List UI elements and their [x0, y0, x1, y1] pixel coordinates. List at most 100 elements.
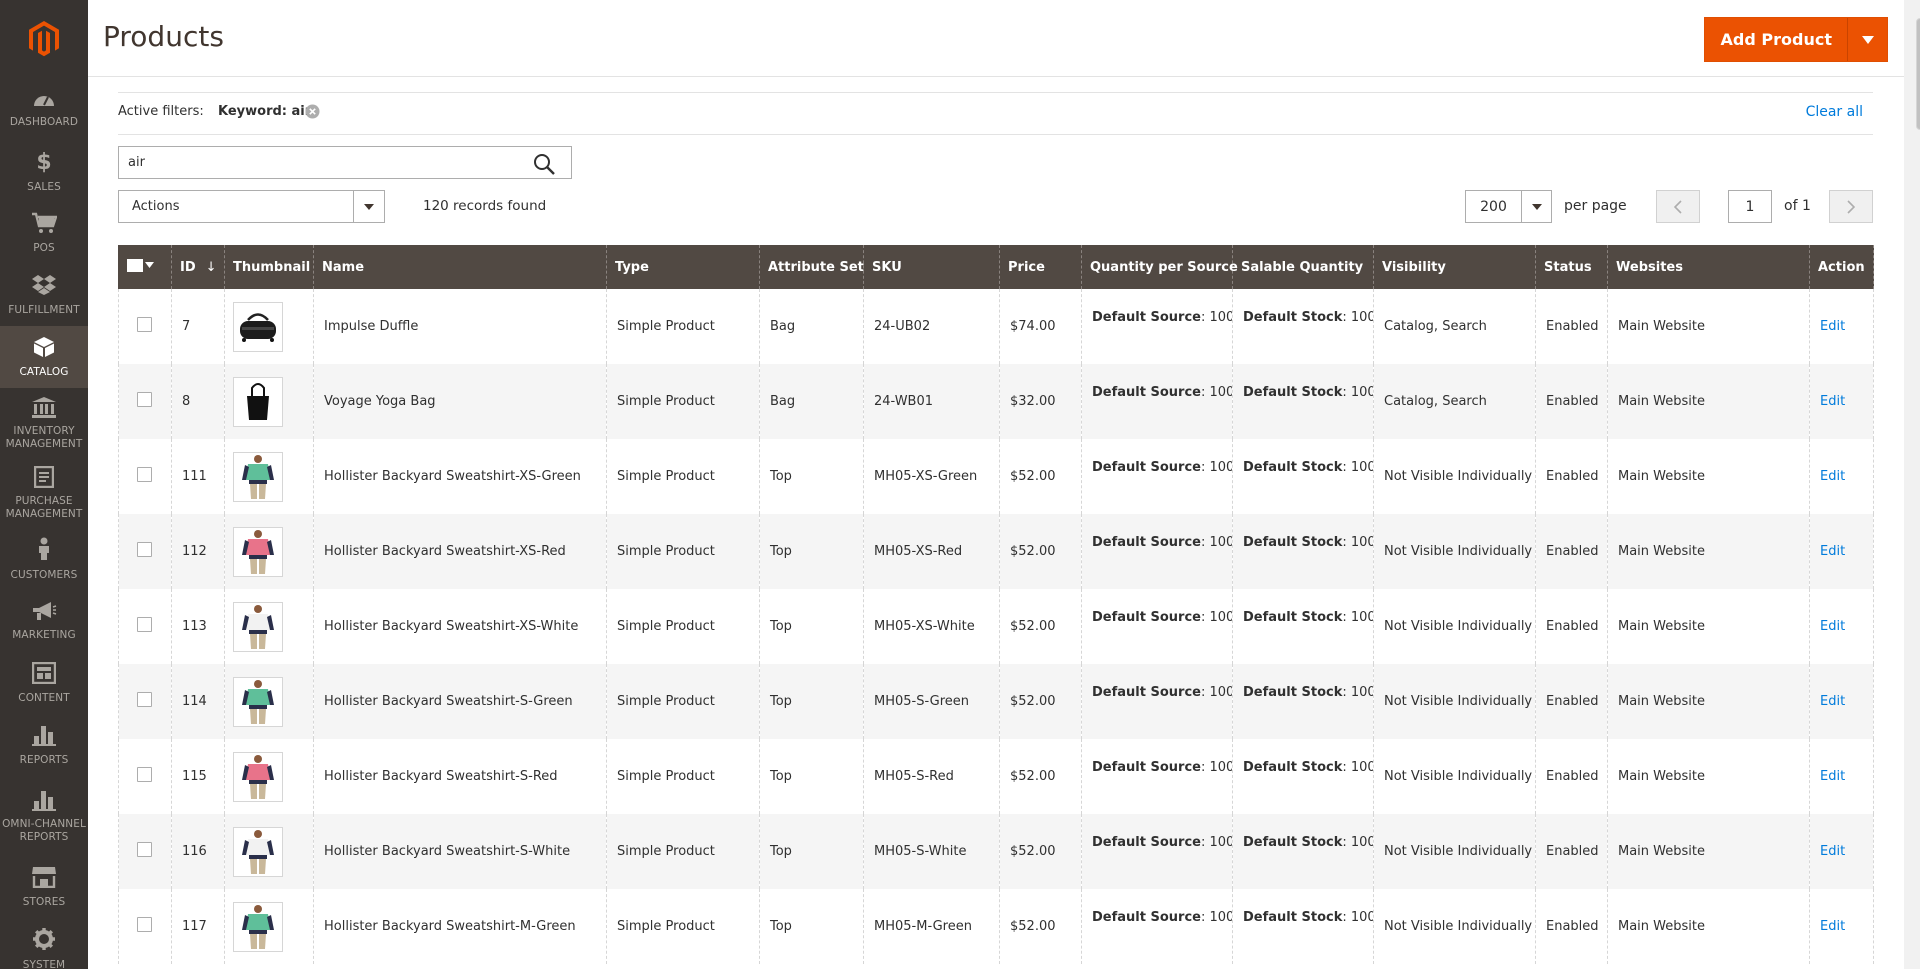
page-number-input[interactable]: 1	[1728, 190, 1772, 223]
select-all-control[interactable]	[127, 258, 154, 272]
table-row[interactable]: 115 Hollister Backyard Sweatshirt-S-Red Si…	[118, 739, 1874, 814]
column-header-visibility[interactable]: Visibility	[1373, 245, 1536, 289]
cell-thumbnail	[224, 814, 314, 889]
product-thumbnail[interactable]	[233, 901, 283, 952]
table-row[interactable]: 8 Voyage Yoga Bag Simple Product Bag 24-WB01…	[118, 364, 1874, 439]
previous-page-button[interactable]	[1656, 190, 1700, 223]
triangle-down-icon	[145, 262, 154, 268]
row-checkbox[interactable]	[137, 392, 152, 407]
product-thumbnail[interactable]	[233, 376, 283, 427]
sidebar-item-system[interactable]: SYSTEM	[0, 918, 88, 969]
table-row[interactable]: 116 Hollister Backyard Sweatshirt-S-White…	[118, 814, 1874, 889]
cell-visibility: Not Visible Individually	[1373, 664, 1536, 739]
row-checkbox[interactable]	[137, 767, 152, 782]
sidebar-item-stores[interactable]: STORES	[0, 856, 88, 918]
table-row[interactable]: 7 Impulse Duffle Simple Product Bag 24-UB02 $…	[118, 289, 1874, 364]
edit-link[interactable]: Edit	[1820, 694, 1845, 709]
cell-price: $52.00	[999, 739, 1082, 814]
cell-thumbnail	[224, 664, 314, 739]
sidebar-item-marketing[interactable]: MARKETING	[0, 590, 88, 652]
edit-link[interactable]: Edit	[1820, 919, 1845, 934]
table-row[interactable]: 117 Hollister Backyard Sweatshirt-M-Green…	[118, 889, 1874, 964]
add-product-button[interactable]: Add Product	[1705, 18, 1847, 61]
actions-dropdown-arrow[interactable]	[353, 191, 384, 222]
stock-label: Default Stock	[1243, 535, 1343, 550]
page-scrollbar[interactable]	[1904, 0, 1920, 969]
sidebar-item-reports[interactable]: REPORTS	[0, 714, 88, 776]
product-thumbnail[interactable]	[233, 301, 283, 352]
column-header-sku[interactable]: SKU	[863, 245, 1000, 289]
sidebar-item-pos[interactable]: POS	[0, 202, 88, 264]
cell-sku: MH05-M-Green	[863, 889, 1000, 964]
clear-all-link[interactable]: Clear all	[1806, 104, 1863, 120]
edit-link[interactable]: Edit	[1820, 619, 1845, 634]
row-checkbox[interactable]	[137, 542, 152, 557]
keyword-search	[118, 146, 572, 179]
row-checkbox[interactable]	[137, 917, 152, 932]
row-checkbox[interactable]	[137, 617, 152, 632]
product-thumbnail[interactable]	[233, 451, 283, 502]
cell-type: Simple Product	[606, 514, 760, 589]
sidebar-item-purchase-management[interactable]: PURCHASE MANAGEMENT	[0, 458, 88, 528]
cell-name: Hollister Backyard Sweatshirt-M-Green	[313, 889, 607, 964]
edit-link[interactable]: Edit	[1820, 394, 1845, 409]
column-header-status[interactable]: Status	[1535, 245, 1608, 289]
keyword-filter-chip: Keyword: air	[218, 104, 312, 119]
sidebar-item-fulfillment[interactable]: FULFILLMENT	[0, 264, 88, 326]
mass-actions-dropdown[interactable]: Actions	[118, 190, 385, 223]
row-checkbox[interactable]	[137, 317, 152, 332]
edit-link[interactable]: Edit	[1820, 769, 1845, 784]
table-row[interactable]: 112 Hollister Backyard Sweatshirt-XS-Red S…	[118, 514, 1874, 589]
add-product-dropdown-toggle[interactable]	[1847, 18, 1887, 61]
product-thumbnail[interactable]	[233, 751, 283, 802]
product-thumbnail[interactable]	[233, 601, 283, 652]
source-label: Default Source	[1092, 310, 1201, 325]
table-row[interactable]: 114 Hollister Backyard Sweatshirt-S-Green…	[118, 664, 1874, 739]
sidebar-item-content[interactable]: CONTENT	[0, 652, 88, 714]
search-button[interactable]	[533, 153, 555, 179]
table-row[interactable]: 113 Hollister Backyard Sweatshirt-XS-Whit…	[118, 589, 1874, 664]
sidebar-item-sales[interactable]: $ SALES	[0, 140, 88, 202]
product-thumbnail[interactable]	[233, 826, 283, 877]
magento-logo[interactable]	[0, 0, 88, 78]
per-page-select[interactable]: 200	[1465, 190, 1552, 223]
sidebar-item-inventory-management[interactable]: INVENTORY MANAGEMENT	[0, 388, 88, 458]
edit-link[interactable]: Edit	[1820, 319, 1845, 334]
sidebar-item-customers[interactable]: CUSTOMERS	[0, 528, 88, 590]
column-header-name[interactable]: Name	[313, 245, 607, 289]
edit-link[interactable]: Edit	[1820, 544, 1845, 559]
remove-filter-button[interactable]	[305, 104, 320, 123]
row-checkbox[interactable]	[137, 842, 152, 857]
cell-price: $52.00	[999, 889, 1082, 964]
column-header-quantity-per-source: Quantity per Source	[1081, 245, 1238, 289]
select-all-header[interactable]	[118, 245, 172, 289]
cell-visibility: Not Visible Individually	[1373, 739, 1536, 814]
cell-action: Edit	[1809, 589, 1874, 664]
column-header-type[interactable]: Type	[606, 245, 760, 289]
svg-text:$: $	[36, 150, 51, 173]
cell-quantity-per-source: Default Source: 100	[1081, 664, 1233, 739]
product-thumbnail[interactable]	[233, 676, 283, 727]
sidebar-item-omni-channel-reports[interactable]: OMNI-CHANNEL REPORTS	[0, 776, 88, 856]
row-checkbox[interactable]	[137, 467, 152, 482]
search-input[interactable]	[119, 147, 519, 178]
scrollbar-thumb[interactable]	[1916, 18, 1920, 130]
column-header-price[interactable]: Price	[999, 245, 1082, 289]
sidebar-item-dashboard[interactable]: DASHBOARD	[0, 78, 88, 140]
table-row[interactable]: 111 Hollister Backyard Sweatshirt-XS-Gree…	[118, 439, 1874, 514]
cell-action: Edit	[1809, 664, 1874, 739]
edit-link[interactable]: Edit	[1820, 469, 1845, 484]
per-page-dropdown-arrow[interactable]	[1521, 191, 1551, 222]
column-header-attribute-set[interactable]: Attribute Set	[759, 245, 864, 289]
column-header-id[interactable]: ID ↓	[171, 245, 225, 289]
edit-link[interactable]: Edit	[1820, 844, 1845, 859]
cell-sku: MH05-XS-Green	[863, 439, 1000, 514]
select-all-checkbox[interactable]	[127, 258, 143, 272]
column-header-websites[interactable]: Websites	[1607, 245, 1810, 289]
row-checkbox[interactable]	[137, 692, 152, 707]
product-thumbnail[interactable]	[233, 526, 283, 577]
next-page-button[interactable]	[1829, 190, 1873, 223]
grid-header-row: ID ↓ Thumbnail Name Type Attribute Set SK…	[118, 245, 1874, 289]
records-found: 120 records found	[423, 198, 547, 214]
sidebar-item-catalog[interactable]: CATALOG	[0, 326, 88, 388]
